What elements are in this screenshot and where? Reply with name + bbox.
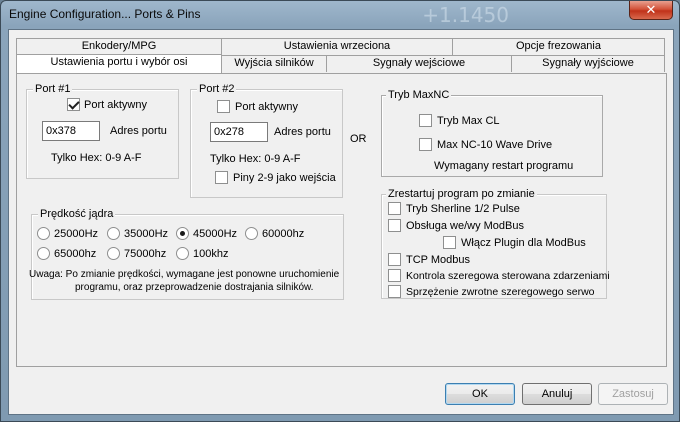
port2-pins-label: Piny 2-9 jako wejścia xyxy=(233,172,336,184)
speed-45000-label: 45000Hz xyxy=(193,228,238,240)
port1-active-checkbox[interactable] xyxy=(67,98,80,111)
speed-35000-label: 35000Hz xyxy=(124,228,169,240)
port1-group: Port #1 Port aktywny 0x378 Adres portu T… xyxy=(26,82,179,179)
tab-mill-options[interactable]: Opcje frezowania xyxy=(452,38,665,55)
window-title: Engine Configuration... Ports & Pins xyxy=(9,7,201,21)
speed-100k-radio[interactable] xyxy=(176,247,189,260)
tab-spindle[interactable]: Ustawienia wrzeciona xyxy=(221,38,453,55)
port1-legend: Port #1 xyxy=(33,82,73,96)
port1-active-label: Port aktywny xyxy=(84,99,147,111)
sherline-checkbox[interactable] xyxy=(388,202,401,215)
speed-65000-label: 65000hz xyxy=(54,248,97,260)
speed-75000-radio[interactable] xyxy=(107,247,120,260)
cancel-button[interactable]: Anuluj xyxy=(522,383,592,405)
port2-address-label: Adres portu xyxy=(274,126,331,138)
tab-input-signals[interactable]: Sygnały wejściowe xyxy=(326,55,512,72)
tab-encoders[interactable]: Enkodery/MPG xyxy=(16,38,222,55)
tab-port-setup[interactable]: Ustawienia portu i wybór osi xyxy=(16,54,222,73)
window-frame: +1.1450 Engine Configuration... Ports & … xyxy=(0,0,680,422)
tcp-modbus-label: TCP Modbus xyxy=(406,254,470,266)
servo-feedback-checkbox[interactable] xyxy=(388,285,401,298)
close-button[interactable]: ✕ xyxy=(629,1,673,20)
kernel-speed-legend: Prędkość jądra xyxy=(38,207,116,221)
speed-65000-radio[interactable] xyxy=(37,247,50,260)
or-label: OR xyxy=(350,133,367,145)
maxcl-checkbox[interactable] xyxy=(419,114,432,127)
port2-address-input[interactable]: 0x278 xyxy=(210,122,268,142)
speed-25000-radio[interactable] xyxy=(37,227,50,240)
modbus-io-label: Obsługa we/wy ModBus xyxy=(406,220,524,232)
apply-button[interactable]: Zastosuj xyxy=(598,383,668,405)
dialog-client: Enkodery/MPG Ustawienia wrzeciona Opcje … xyxy=(8,29,674,415)
modbus-plugin-label: Włącz Plugin dla ModBus xyxy=(461,237,586,249)
speed-75000-label: 75000hz xyxy=(124,248,167,260)
tab-panel: Port #1 Port aktywny 0x378 Adres portu T… xyxy=(16,73,667,367)
servo-feedback-label: Sprzężenie zwrotne szeregowego serwo xyxy=(406,286,595,298)
maxcl-label: Tryb Max CL xyxy=(437,115,500,127)
ok-button[interactable]: OK xyxy=(445,383,515,405)
close-icon: ✕ xyxy=(645,2,657,17)
speed-100k-label: 100khz xyxy=(193,248,229,260)
maxnc-group: Tryb MaxNC Tryb Max CL Max NC-10 Wave Dr… xyxy=(381,88,603,177)
restart-options-group: Zrestartuj program po zmianie Tryb Sherl… xyxy=(381,187,610,299)
port1-address-input[interactable]: 0x378 xyxy=(42,121,100,141)
tcp-modbus-checkbox[interactable] xyxy=(388,253,401,266)
speed-45000-radio[interactable] xyxy=(176,227,189,240)
speed-25000-label: 25000Hz xyxy=(54,228,99,240)
background-readout: +1.1450 xyxy=(422,3,509,27)
tab-motor-outputs[interactable]: Wyjścia silników xyxy=(221,55,327,72)
port1-hex-note: Tylko Hex: 0-9 A-F xyxy=(51,152,142,164)
speed-note-line2: programu, oraz przeprowadzenie dostrajan… xyxy=(75,282,314,293)
port2-group: Port #2 Port aktywny 0x278 Adres portu T… xyxy=(190,82,343,198)
kernel-speed-group: Prędkość jądra 25000Hz 35000Hz 45000Hz 6… xyxy=(29,207,344,300)
speed-35000-radio[interactable] xyxy=(107,227,120,240)
maxnc10-checkbox[interactable] xyxy=(419,138,432,151)
sherline-label: Tryb Sherline 1/2 Pulse xyxy=(406,203,520,215)
port1-address-label: Adres portu xyxy=(110,125,167,137)
speed-note-line1: Uwaga: Po zmianie prędkości, wymagane je… xyxy=(29,269,340,280)
port2-hex-note: Tylko Hex: 0-9 A-F xyxy=(210,153,301,165)
port2-legend: Port #2 xyxy=(197,82,237,96)
port2-active-label: Port aktywny xyxy=(235,101,298,113)
speed-60000-label: 60000hz xyxy=(262,228,305,240)
maxnc-restart-note: Wymagany restart programu xyxy=(434,160,574,172)
restart-options-legend: Zrestartuj program po zmianie xyxy=(386,187,537,201)
serial-event-label: Kontrola szeregowa sterowana zdarzeniami xyxy=(406,270,610,282)
maxnc-legend: Tryb MaxNC xyxy=(386,88,452,102)
modbus-plugin-checkbox[interactable] xyxy=(443,236,456,249)
serial-event-checkbox[interactable] xyxy=(388,269,401,282)
tab-output-signals[interactable]: Sygnały wyjściowe xyxy=(511,55,665,72)
modbus-io-checkbox[interactable] xyxy=(388,219,401,232)
port2-pins-checkbox[interactable] xyxy=(215,171,228,184)
port2-active-checkbox[interactable] xyxy=(217,100,230,113)
speed-60000-radio[interactable] xyxy=(245,227,258,240)
maxnc10-label: Max NC-10 Wave Drive xyxy=(437,139,553,151)
